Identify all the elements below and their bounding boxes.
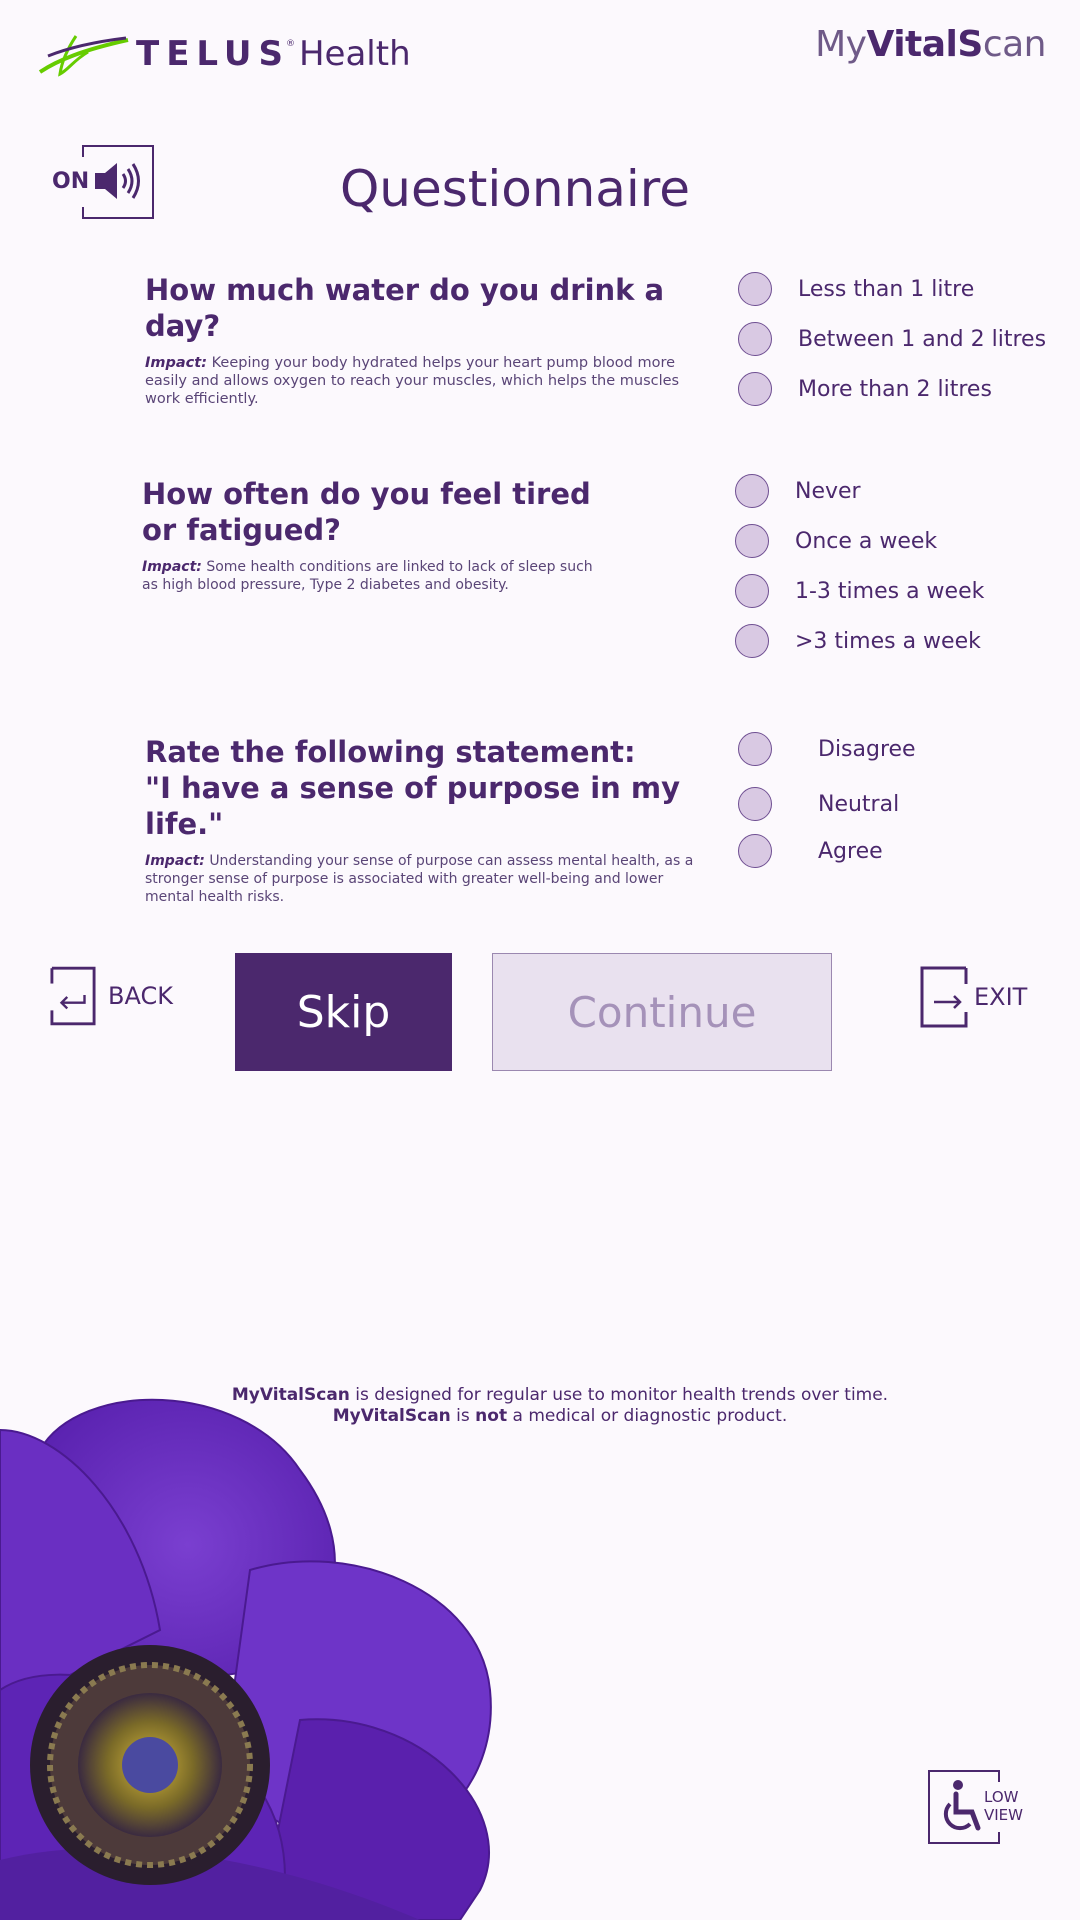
q1-option-1[interactable]: Less than 1 litre bbox=[738, 272, 974, 306]
q1-option-2[interactable]: Between 1 and 2 litres bbox=[738, 322, 1046, 356]
impact-label: Impact: bbox=[142, 559, 202, 575]
low-view-line1: LOW bbox=[984, 1788, 1019, 1806]
option-label: 1-3 times a week bbox=[795, 578, 985, 604]
question-2: How often do you feel tired or fatigued?… bbox=[142, 476, 602, 594]
question-2-impact: Impact: Some health conditions are linke… bbox=[142, 558, 602, 594]
radio-button[interactable] bbox=[735, 574, 769, 608]
impact-label: Impact: bbox=[145, 355, 207, 371]
brand-registered-mark: ® bbox=[285, 39, 295, 49]
continue-button[interactable]: Continue bbox=[492, 953, 832, 1071]
option-label: Less than 1 litre bbox=[798, 276, 975, 302]
brand-suffix: Health bbox=[298, 34, 411, 74]
radio-button[interactable] bbox=[738, 787, 772, 821]
question-3-title-line1: Rate the following statement: bbox=[145, 735, 636, 769]
question-1-impact-text: Keeping your body hydrated helps your he… bbox=[145, 355, 680, 407]
question-1: How much water do you drink a day? Impac… bbox=[145, 272, 685, 408]
q2-option-3[interactable]: 1-3 times a week bbox=[735, 574, 984, 608]
exit-icon bbox=[920, 966, 968, 1028]
question-2-title: How often do you feel tired or fatigued? bbox=[142, 476, 602, 548]
product-can: can bbox=[982, 24, 1047, 65]
option-label: Disagree bbox=[818, 736, 916, 762]
question-1-title: How much water do you drink a day? bbox=[145, 273, 665, 343]
skip-button[interactable]: Skip bbox=[235, 953, 452, 1071]
question-1-impact: Impact: Keeping your body hydrated helps… bbox=[145, 354, 685, 408]
wheelchair-icon bbox=[943, 1780, 981, 1831]
radio-button[interactable] bbox=[738, 732, 772, 766]
q2-option-1[interactable]: Never bbox=[735, 474, 861, 508]
exit-label: EXIT bbox=[974, 983, 1028, 1011]
question-2-impact-text: Some health conditions are linked to lac… bbox=[142, 559, 593, 593]
radio-button[interactable] bbox=[738, 322, 772, 356]
radio-button[interactable] bbox=[735, 624, 769, 658]
option-label: >3 times a week bbox=[795, 628, 981, 654]
back-label: BACK bbox=[108, 982, 173, 1010]
q1-option-3[interactable]: More than 2 litres bbox=[738, 372, 992, 406]
radio-button[interactable] bbox=[738, 372, 772, 406]
low-view-label: LOW VIEW bbox=[984, 1788, 1023, 1824]
radio-button[interactable] bbox=[738, 272, 772, 306]
question-3: Rate the following statement: "I have a … bbox=[145, 734, 705, 906]
back-icon bbox=[50, 966, 96, 1026]
question-3-title-line2: "I have a sense of purpose in my life." bbox=[145, 771, 680, 841]
disclaimer-text-3: a medical or diagnostic product. bbox=[507, 1406, 788, 1426]
q2-option-2[interactable]: Once a week bbox=[735, 524, 937, 558]
option-label: Never bbox=[795, 478, 861, 504]
q3-option-3[interactable]: Agree bbox=[738, 834, 883, 868]
telus-leaf-icon bbox=[38, 35, 129, 77]
radio-button[interactable] bbox=[738, 834, 772, 868]
q3-option-2[interactable]: Neutral bbox=[738, 787, 899, 821]
product-my: My bbox=[815, 24, 867, 65]
product-vital: VitalS bbox=[866, 24, 983, 65]
page-title: Questionnaire bbox=[339, 160, 691, 218]
radio-button[interactable] bbox=[735, 474, 769, 508]
option-label: Agree bbox=[818, 838, 883, 864]
low-view-line2: VIEW bbox=[984, 1806, 1023, 1824]
low-view-button[interactable]: LOW VIEW bbox=[928, 1770, 1028, 1844]
brand-word: TELUS bbox=[136, 34, 290, 74]
product-logo: MyVitalScan bbox=[815, 24, 1046, 65]
radio-button[interactable] bbox=[735, 524, 769, 558]
question-2-title-line1: How often do you feel tired bbox=[142, 477, 591, 511]
back-button[interactable]: BACK bbox=[50, 966, 173, 1026]
impact-label: Impact: bbox=[145, 853, 205, 869]
option-label: More than 2 litres bbox=[798, 376, 992, 402]
option-label: Once a week bbox=[795, 528, 938, 554]
q2-option-4[interactable]: >3 times a week bbox=[735, 624, 981, 658]
telus-health-logo: TELUS ® Health bbox=[38, 30, 411, 78]
q3-option-1[interactable]: Disagree bbox=[738, 732, 916, 766]
option-label: Neutral bbox=[818, 791, 900, 817]
exit-button[interactable]: EXIT bbox=[918, 966, 1027, 1028]
question-3-impact: Impact: Understanding your sense of purp… bbox=[145, 852, 705, 906]
question-2-title-line2: or fatigued? bbox=[142, 513, 341, 547]
flower-illustration bbox=[0, 1398, 492, 1920]
question-3-title: Rate the following statement: "I have a … bbox=[145, 734, 705, 842]
option-label: Between 1 and 2 litres bbox=[798, 326, 1047, 352]
question-3-impact-text: Understanding your sense of purpose can … bbox=[145, 853, 694, 905]
